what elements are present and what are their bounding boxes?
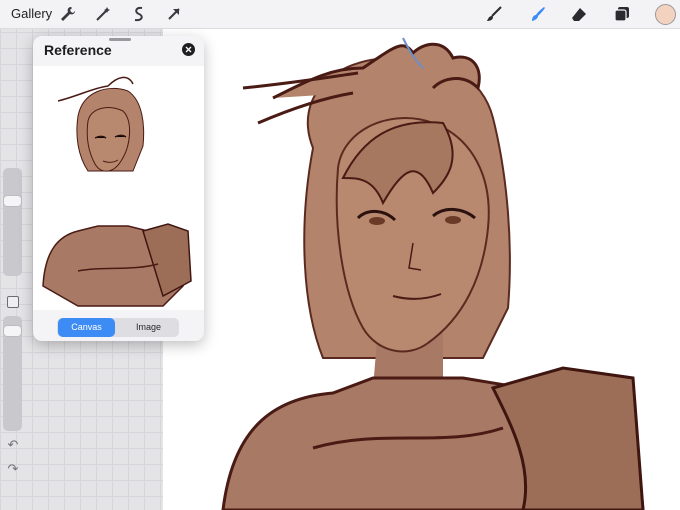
transform-arrow-icon[interactable] — [164, 4, 184, 24]
layers-icon[interactable] — [612, 4, 632, 24]
reference-thumbnail-artwork — [42, 76, 192, 307]
reference-mode-toggle: Canvas Image — [57, 318, 179, 337]
gallery-button[interactable]: Gallery — [11, 6, 52, 21]
brush-icon[interactable] — [484, 4, 504, 24]
opacity-slider[interactable] — [3, 316, 22, 431]
magic-wand-icon[interactable] — [93, 4, 113, 24]
smudge-icon[interactable] — [528, 4, 548, 24]
top-toolbar: Gallery — [0, 0, 680, 29]
wrench-icon[interactable] — [58, 4, 78, 24]
modify-square-button[interactable] — [7, 296, 19, 308]
selection-icon[interactable] — [129, 4, 149, 24]
undo-icon[interactable]: ↶ — [5, 438, 21, 452]
reference-panel[interactable]: Reference Canvas Image — [33, 36, 204, 341]
redo-icon[interactable]: ↷ — [5, 462, 21, 476]
reference-preview — [33, 66, 204, 310]
brush-size-thumb[interactable] — [4, 196, 21, 206]
close-icon[interactable] — [182, 43, 195, 56]
reference-title: Reference — [44, 42, 112, 58]
tab-canvas[interactable]: Canvas — [58, 318, 115, 337]
brush-size-slider[interactable] — [3, 168, 22, 276]
color-picker-swatch[interactable] — [655, 4, 676, 25]
left-sidebar: ↶ ↷ — [0, 168, 26, 488]
eraser-icon[interactable] — [569, 4, 589, 24]
panel-drag-handle[interactable] — [109, 38, 131, 41]
tab-image[interactable]: Image — [120, 318, 177, 337]
canvas-artwork — [221, 37, 645, 510]
opacity-thumb[interactable] — [4, 326, 21, 336]
drawing-canvas[interactable] — [163, 28, 680, 510]
